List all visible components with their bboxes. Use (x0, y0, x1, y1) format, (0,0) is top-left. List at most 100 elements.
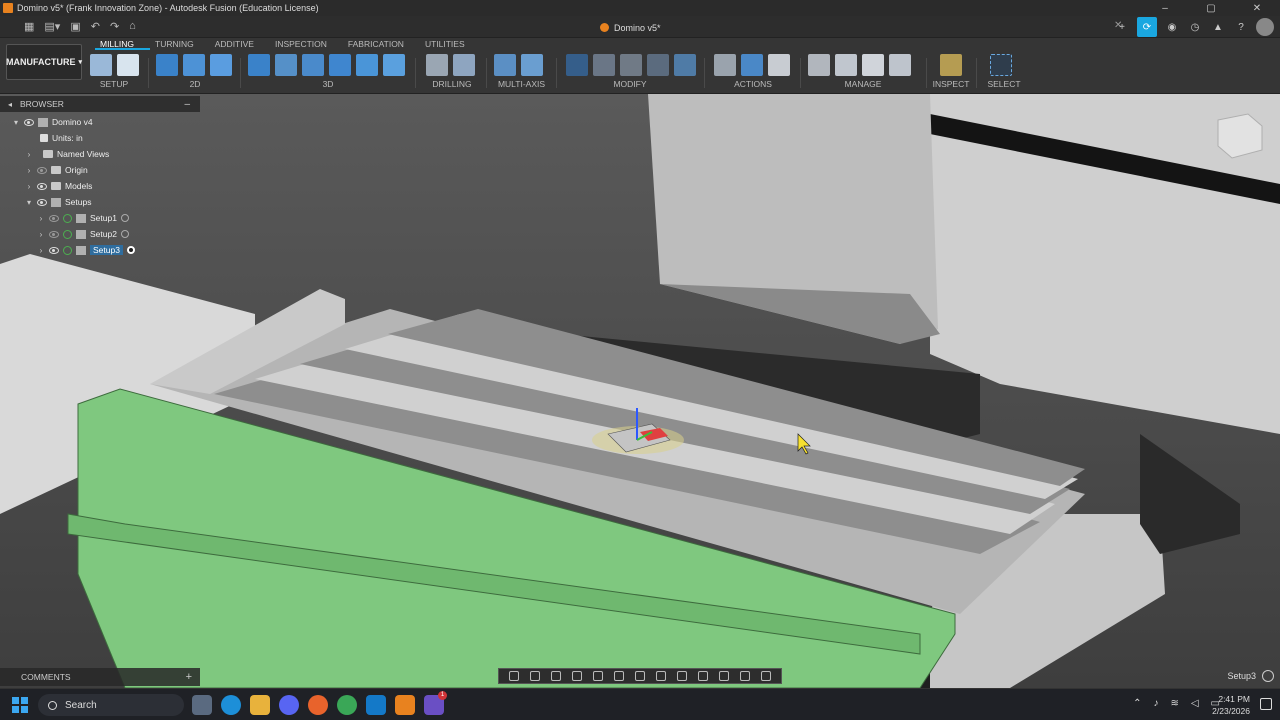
job-status-icon[interactable]: ◉ (1164, 19, 1180, 35)
manual-nc-icon[interactable] (647, 54, 669, 76)
group-3d-label[interactable]: 3D (248, 79, 408, 89)
save-icon[interactable]: ▣ (70, 20, 80, 33)
post-process-icon[interactable] (741, 54, 763, 76)
tab-utilities[interactable]: UTILITIES (420, 38, 481, 50)
microphone-icon[interactable]: ♪ (1153, 698, 1158, 709)
activate-radio-icon[interactable] (120, 230, 129, 238)
user-avatar[interactable] (1256, 18, 1274, 36)
taskbar-search[interactable]: Search (38, 694, 184, 716)
visibility-eye-icon[interactable] (37, 182, 47, 190)
chevron-right-icon[interactable]: › (37, 230, 45, 239)
tree-named-views[interactable]: › Named Views (25, 147, 110, 161)
tree-setups[interactable]: ▾ Setups (25, 195, 91, 209)
group-actions-label[interactable]: ACTIONS (714, 79, 792, 89)
look-at-icon[interactable] (529, 671, 540, 681)
file-menu-icon[interactable]: ▤▾ (44, 20, 60, 33)
group-select-label[interactable]: SELECT (984, 79, 1024, 89)
group-2d-label[interactable]: 2D (156, 79, 234, 89)
wifi-icon[interactable]: ≋ (1170, 698, 1178, 709)
workspace-switcher[interactable]: MANUFACTURE ▾ (6, 44, 82, 80)
tab-turning[interactable]: TURNING (150, 38, 210, 50)
thread-icon[interactable] (453, 54, 475, 76)
add-comment-button[interactable]: + (186, 671, 192, 683)
view-cube[interactable] (1217, 113, 1263, 159)
display-settings-icon[interactable] (613, 671, 624, 681)
chevron-down-icon[interactable]: ▾ (12, 118, 20, 127)
tab-fabrication[interactable]: FABRICATION (343, 38, 420, 50)
notification-center-icon[interactable] (1260, 698, 1272, 710)
tree-units[interactable]: Units: in (40, 131, 83, 145)
swarf-icon[interactable] (494, 54, 516, 76)
notifications-icon[interactable]: ▲ (1210, 19, 1226, 35)
visibility-eye-icon[interactable] (37, 198, 47, 206)
simulate-icon[interactable] (714, 54, 736, 76)
tool-display-icon[interactable] (740, 671, 751, 681)
chevron-right-icon[interactable]: › (37, 214, 45, 223)
tab-additive[interactable]: ADDITIVE (210, 38, 270, 50)
tree-setup3[interactable]: › Setup3 (37, 243, 135, 257)
pattern-icon[interactable] (620, 54, 642, 76)
home-icon[interactable]: ⌂ (129, 20, 136, 33)
tool-library-icon[interactable] (808, 54, 830, 76)
group-modify-label[interactable]: MODIFY (566, 79, 694, 89)
delete-toolpath-icon[interactable] (674, 54, 696, 76)
contour-icon[interactable] (383, 54, 405, 76)
fusion-taskbar-icon[interactable] (395, 695, 415, 715)
multi-axis-contour-icon[interactable] (521, 54, 543, 76)
tree-setup2[interactable]: › Setup2 (37, 227, 129, 241)
new-folder-setup-icon[interactable] (117, 54, 139, 76)
visibility-eye-icon[interactable] (24, 118, 34, 126)
chrome-icon[interactable] (337, 695, 357, 715)
visibility-eye-icon[interactable] (49, 214, 59, 222)
tab-inspection[interactable]: INSPECTION (270, 38, 343, 50)
3d-adaptive-icon[interactable] (248, 54, 270, 76)
group-setup-label[interactable]: SETUP (90, 79, 138, 89)
file-explorer-icon[interactable] (250, 695, 270, 715)
orbit-icon[interactable] (508, 671, 519, 681)
drill-icon[interactable] (426, 54, 448, 76)
tab-milling[interactable]: MILLING (95, 38, 151, 50)
steep-shallow-icon[interactable] (302, 54, 324, 76)
parallel-icon[interactable] (329, 54, 351, 76)
tree-models[interactable]: › Models (25, 179, 93, 193)
group-inspect-label[interactable]: INSPECT (932, 79, 970, 89)
teams-icon[interactable]: 1 (424, 691, 447, 715)
active-radio-icon[interactable] (126, 246, 135, 254)
chevron-right-icon[interactable]: › (37, 246, 45, 255)
group-manage-label[interactable]: MANAGE (808, 79, 918, 89)
redo-icon[interactable]: ↷ (110, 20, 119, 33)
extensions-icon[interactable]: ◷ (1187, 19, 1203, 35)
volume-icon[interactable]: ◁ (1191, 698, 1199, 709)
firefox-icon[interactable] (308, 695, 328, 715)
tree-setup1[interactable]: › Setup1 (37, 211, 129, 225)
pan-icon[interactable] (550, 671, 561, 681)
visibility-eye-icon[interactable] (37, 166, 47, 174)
visibility-eye-icon[interactable] (49, 230, 59, 238)
tray-chevron-icon[interactable]: ⌃ (1133, 698, 1141, 709)
close-window-button[interactable]: ✕ (1234, 0, 1280, 16)
comments-panel[interactable]: COMMENTS + (0, 668, 200, 686)
move-icon[interactable] (566, 54, 588, 76)
template-library-icon[interactable] (835, 54, 857, 76)
chevron-down-icon[interactable]: ▾ (25, 198, 33, 207)
browser-minimize-button[interactable]: – (184, 99, 190, 110)
select-arrow-icon[interactable] (990, 54, 1012, 76)
browser-collapse-icon[interactable]: ◂ (6, 100, 14, 109)
discord-icon[interactable] (279, 695, 299, 715)
copilot-icon[interactable] (192, 695, 212, 715)
new-setup-icon[interactable] (90, 54, 112, 76)
machine-display-icon[interactable] (719, 671, 730, 681)
group-drilling-label[interactable]: DRILLING (426, 79, 478, 89)
simulation-icon[interactable] (761, 671, 772, 681)
scallop-icon[interactable] (356, 54, 378, 76)
group-multi-axis-label[interactable]: MULTI-AXIS (494, 79, 549, 89)
post-library-icon[interactable] (862, 54, 884, 76)
minimize-button[interactable]: – (1142, 0, 1188, 16)
help-icon[interactable]: ? (1233, 19, 1249, 35)
mail-icon[interactable] (366, 695, 386, 715)
visibility-eye-icon[interactable] (49, 246, 59, 254)
chevron-right-icon[interactable]: › (25, 166, 33, 175)
grid-icon[interactable] (634, 671, 645, 681)
undo-icon[interactable]: ↶ (91, 20, 100, 33)
tree-root[interactable]: ▾ Domino v4 (12, 115, 93, 129)
